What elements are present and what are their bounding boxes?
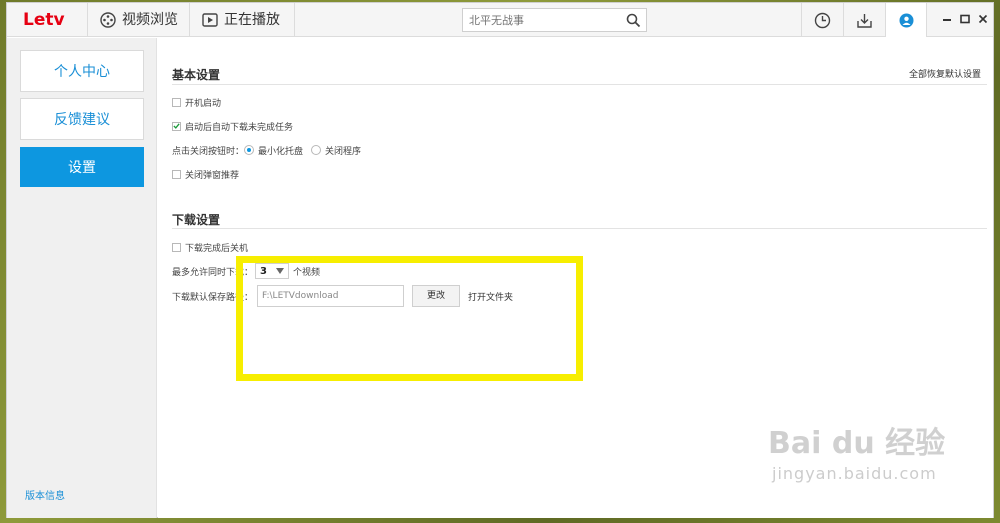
sidebar-item-feedback[interactable]: 反馈建议 xyxy=(20,98,144,140)
baidu-watermark: Bai du 经验 jingyan.baidu.com xyxy=(768,418,968,498)
disable-popup-option[interactable]: 关闭弹窗推荐 xyxy=(172,167,239,181)
close-icon xyxy=(978,14,988,24)
checkmark-icon xyxy=(173,123,180,129)
autostart-label: 开机启动 xyxy=(185,98,222,109)
close-program-label: 关闭程序 xyxy=(325,146,362,157)
search-input[interactable] xyxy=(463,9,618,31)
yellow-highlight-box xyxy=(236,256,583,381)
disable-popup-label: 关闭弹窗推荐 xyxy=(185,170,240,181)
history-button[interactable] xyxy=(801,3,843,37)
disable-popup-checkbox[interactable] xyxy=(172,169,181,179)
maximize-button[interactable] xyxy=(957,11,973,27)
search-icon[interactable] xyxy=(626,13,641,28)
sidebar: 个人中心 反馈建议 设置 版本信息 xyxy=(7,38,157,518)
download-button[interactable] xyxy=(843,3,885,37)
download-icon xyxy=(857,13,872,28)
shutdown-after-label: 下载完成后关机 xyxy=(185,243,249,254)
close-behavior-row: 点击关闭按钮时： 最小化托盘 关闭程序 xyxy=(172,143,361,157)
shutdown-after-option[interactable]: 下载完成后关机 xyxy=(172,240,248,254)
shutdown-after-checkbox[interactable] xyxy=(172,242,181,252)
tab-video-browse-label: 视频浏览 xyxy=(122,12,178,28)
film-reel-icon xyxy=(100,12,116,28)
history-clock-icon xyxy=(814,12,831,28)
divider xyxy=(172,84,987,85)
watermark-line1: Bai du 经验 xyxy=(768,426,946,461)
autostart-checkbox[interactable] xyxy=(172,97,181,107)
close-program-radio[interactable] xyxy=(311,145,322,155)
divider xyxy=(172,228,987,229)
maximize-icon xyxy=(960,14,970,24)
letv-logo: Letv xyxy=(23,10,65,30)
search-box xyxy=(462,8,647,32)
close-button[interactable] xyxy=(975,11,991,27)
download-settings-title: 下载设置 xyxy=(172,213,221,227)
title-bar: Letv 视频浏览 正在播放 xyxy=(7,3,993,37)
radio-dot xyxy=(247,148,252,152)
minimize-button[interactable] xyxy=(939,11,955,27)
sidebar-item-personal-center[interactable]: 个人中心 xyxy=(20,50,144,92)
resume-downloads-option[interactable]: 启动后自动下载未完成任务 xyxy=(172,119,293,133)
tab-now-playing-label: 正在播放 xyxy=(224,12,280,28)
restore-defaults-link[interactable]: 全部恢复默认设置 xyxy=(909,67,981,80)
resume-downloads-checkbox[interactable] xyxy=(172,121,181,131)
autostart-option[interactable]: 开机启动 xyxy=(172,95,221,109)
minimize-tray-label: 最小化托盘 xyxy=(258,146,304,157)
basic-settings-title: 基本设置 xyxy=(172,68,221,82)
resume-downloads-label: 启动后自动下载未完成任务 xyxy=(185,122,294,133)
minimize-tray-radio[interactable] xyxy=(244,145,255,155)
user-icon xyxy=(899,13,913,27)
sidebar-item-settings[interactable]: 设置 xyxy=(20,147,144,187)
minimize-icon xyxy=(943,19,951,21)
tab-video-browse[interactable]: 视频浏览 xyxy=(87,3,189,37)
tab-now-playing[interactable]: 正在播放 xyxy=(189,3,295,37)
close-behavior-label: 点击关闭按钮时： xyxy=(172,146,245,157)
user-button[interactable] xyxy=(885,3,927,37)
watermark-line2: jingyan.baidu.com xyxy=(772,464,937,483)
version-info-link[interactable]: 版本信息 xyxy=(25,487,65,502)
play-icon xyxy=(202,13,218,27)
